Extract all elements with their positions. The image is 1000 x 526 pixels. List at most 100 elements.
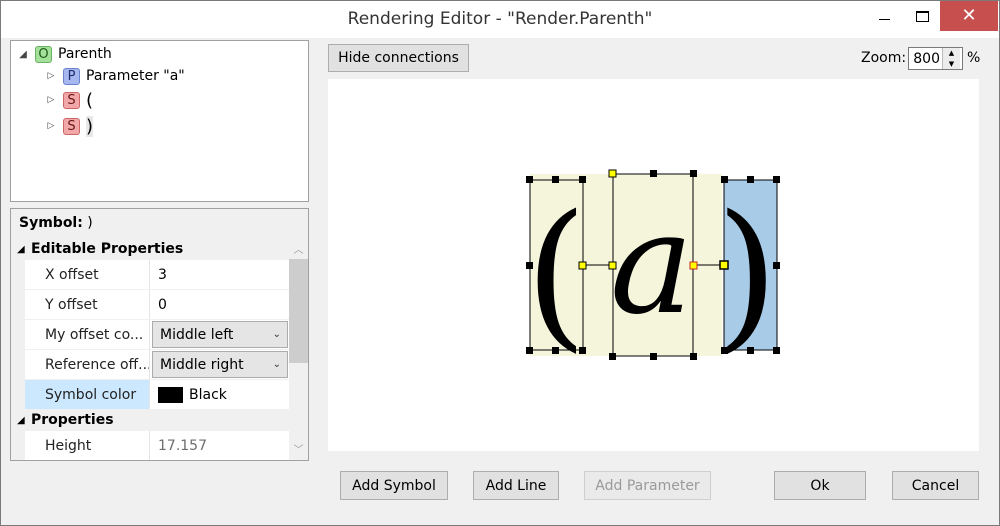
close-button[interactable]: ✕ [940,1,998,31]
collapsed-arrow-icon[interactable]: ▷ [45,95,57,105]
property-row-my-offset[interactable]: My offset co... Middle left ⌄ [25,320,289,350]
symbol-badge-icon: S [63,91,80,109]
expanded-arrow-icon[interactable]: ◢ [17,49,29,60]
collapse-caret-icon[interactable]: ◢ [17,244,31,255]
scroll-thumb[interactable] [289,259,308,363]
handle[interactable] [747,176,754,183]
window-title: Rendering Editor - "Render.Parenth" [347,9,653,29]
add-parameter-button[interactable]: Add Parameter [584,471,711,500]
ok-button[interactable]: Ok [774,471,866,500]
handle[interactable] [773,176,780,183]
property-value-cell: Middle left ⌄ [149,320,289,349]
symbol-tree[interactable]: ◢ O Parenth ▷ P Parameter "a" ▷ S ( ▷ S … [10,40,309,202]
property-name: Y offset [45,296,98,313]
rendering-editor-window: Rendering Editor - "Render.Parenth" ✕ ◢ … [0,0,1000,526]
tree-item-label: Parenth [58,46,112,62]
handle[interactable] [579,347,586,354]
property-value: 17.157 [149,431,289,460]
handle[interactable] [690,353,697,360]
handle[interactable] [526,176,533,183]
hide-connections-button[interactable]: Hide connections [328,44,469,72]
property-scrollbar[interactable]: ︿ ﹀ [289,239,308,460]
reference-offset-dropdown[interactable]: Middle right ⌄ [152,351,288,378]
handle[interactable] [579,176,586,183]
handle[interactable] [650,170,657,177]
property-row-height: Height 17.157 [25,431,289,460]
handle[interactable] [690,170,697,177]
tree-item-label: ) [86,115,94,137]
selected-symbol-header: Symbol: ) [19,215,93,231]
scroll-up-icon[interactable]: ︿ [289,241,308,256]
collapse-caret-icon[interactable]: ◢ [17,415,31,426]
scroll-down-icon[interactable]: ﹀ [289,441,308,456]
symbol-badge-icon: S [63,117,80,135]
handle[interactable] [747,347,754,354]
zoom-stepper[interactable]: 800 ▲ ▼ [908,47,963,70]
group-properties[interactable]: ◢ Properties [11,408,289,432]
symbol-value: ) [87,215,93,231]
close-icon: ✕ [961,5,977,26]
collapsed-arrow-icon[interactable]: ▷ [45,71,57,81]
operator-badge-icon: O [35,45,52,63]
property-name: My offset co... [45,326,144,343]
cancel-button[interactable]: Cancel [892,471,979,500]
property-row-reference-offset[interactable]: Reference off... Middle right ⌄ [25,350,289,380]
anchor-handle[interactable] [608,169,617,178]
color-swatch [158,386,183,403]
zoom-label: Zoom: [861,50,907,66]
zoom-value[interactable]: 800 [909,51,942,67]
handle[interactable] [721,347,728,354]
handle[interactable] [526,262,533,269]
dropdown-value: Middle right [160,356,244,373]
property-value[interactable]: 3 [149,260,289,289]
spin-up-icon[interactable]: ▲ [943,48,960,59]
handle[interactable] [526,347,533,354]
property-value[interactable]: 0 [149,290,289,319]
property-row-x-offset[interactable]: X offset 3 [25,260,289,290]
open-paren-glyph[interactable]: ( [525,180,587,367]
symbol-color-picker[interactable]: Black [149,380,289,409]
close-paren-glyph[interactable]: ) [716,180,778,367]
tree-item-parameter[interactable]: ▷ P Parameter "a" [45,65,185,87]
minimize-icon [878,18,890,20]
handle[interactable] [650,353,657,360]
anchor-handle[interactable] [608,261,617,270]
spin-down-icon[interactable]: ▼ [943,58,960,69]
canvas-svg: ( a ) [525,169,780,367]
reference-anchor-handle[interactable] [689,261,698,270]
maximize-icon [915,10,929,22]
add-symbol-button[interactable]: Add Symbol [340,471,448,500]
handle[interactable] [773,262,780,269]
property-name: Reference off... [45,356,149,373]
selected-anchor-handle[interactable] [719,260,729,270]
property-row-symbol-color[interactable]: Symbol color Black [25,380,289,410]
property-grid: Symbol: ) ◢ Editable Properties X offset… [10,208,309,461]
tree-item-symbol-close[interactable]: ▷ S ) [45,115,94,137]
property-value-cell: Middle right ⌄ [149,350,289,379]
group-editable-properties[interactable]: ◢ Editable Properties [11,237,289,261]
add-line-button[interactable]: Add Line [473,471,559,500]
zoom-unit: % [967,50,981,66]
handle[interactable] [609,353,616,360]
parameter-badge-icon: P [63,67,80,85]
chevron-down-icon: ⌄ [272,329,281,340]
collapsed-arrow-icon[interactable]: ▷ [45,121,57,131]
property-value: Black [189,386,227,403]
maximize-button[interactable] [899,1,945,31]
property-row-y-offset[interactable]: Y offset 0 [25,290,289,320]
handle[interactable] [552,347,559,354]
handle[interactable] [552,176,559,183]
handle[interactable] [773,347,780,354]
group-label: Editable Properties [31,241,184,257]
title-bar: Rendering Editor - "Render.Parenth" ✕ [1,1,999,38]
parameter-glyph[interactable]: a [610,183,693,346]
tree-item-symbol-open[interactable]: ▷ S ( [45,89,94,111]
anchor-handle[interactable] [578,261,587,270]
tree-item-label: Parameter "a" [86,68,185,84]
rendering-canvas[interactable]: ( a ) [328,79,979,451]
handle[interactable] [721,176,728,183]
tree-item-root[interactable]: ◢ O Parenth [17,43,112,65]
property-name: X offset [45,266,99,283]
my-offset-dropdown[interactable]: Middle left ⌄ [152,321,288,348]
dropdown-value: Middle left [160,326,234,343]
